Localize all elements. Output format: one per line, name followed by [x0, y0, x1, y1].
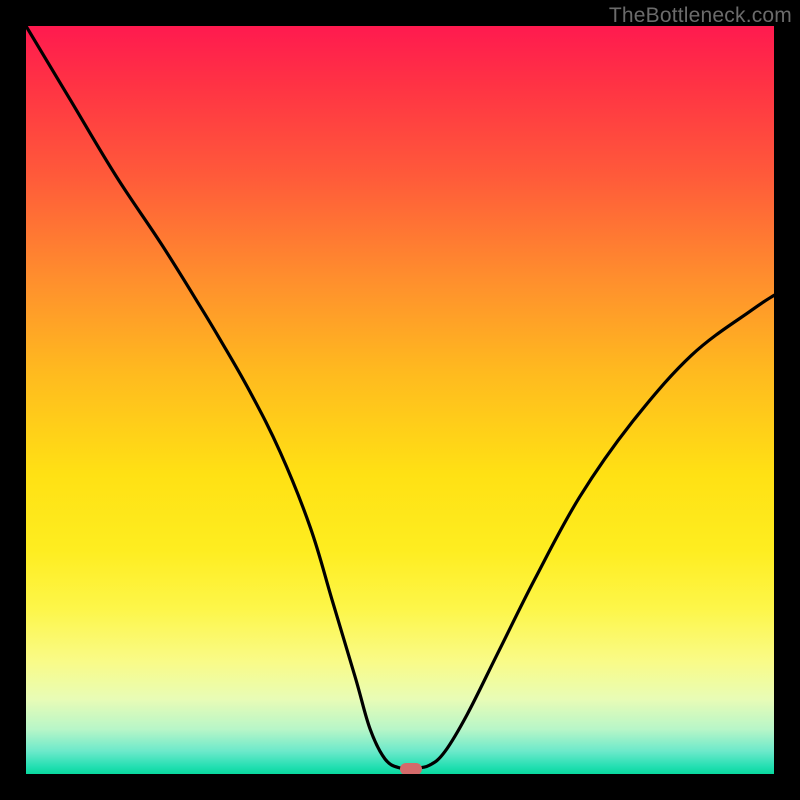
chart-frame: TheBottleneck.com	[0, 0, 800, 800]
plot-area	[26, 26, 774, 774]
watermark-text: TheBottleneck.com	[609, 4, 792, 28]
bottleneck-curve	[26, 26, 774, 774]
optimal-point-marker	[400, 763, 422, 774]
